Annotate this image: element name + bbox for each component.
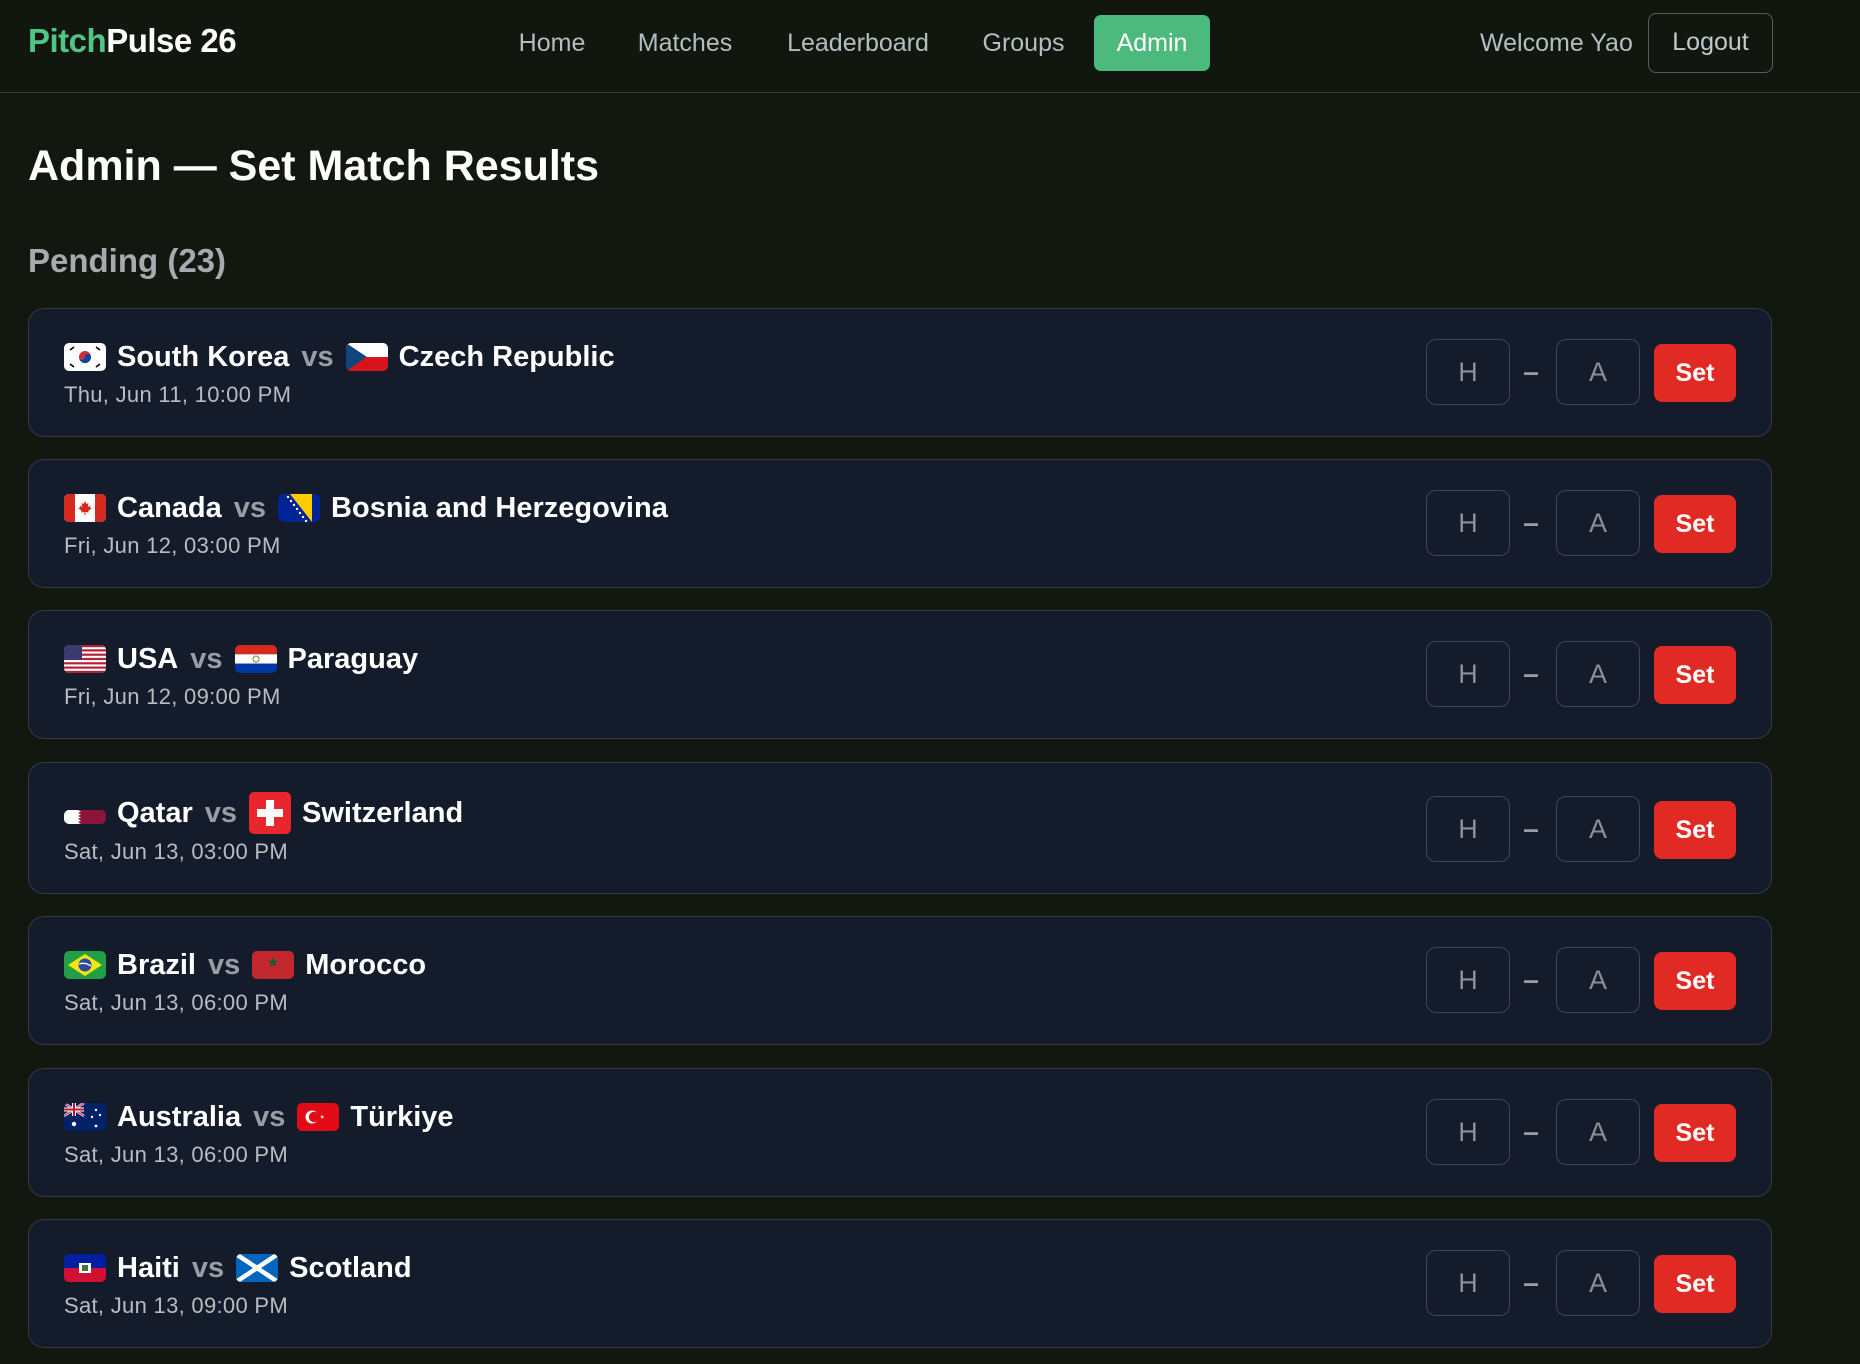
- brand-rest: Pulse 26: [106, 22, 237, 59]
- score-separator: –: [1523, 813, 1539, 844]
- turkiye-flag-icon: [297, 1103, 340, 1131]
- set-result-button[interactable]: Set: [1654, 952, 1736, 1010]
- away-score-input[interactable]: [1556, 947, 1640, 1013]
- match-teams: Brazil vs Morocco: [64, 947, 426, 983]
- score-separator: –: [1523, 658, 1539, 689]
- switzerland-flag-icon: [249, 792, 292, 834]
- home-score-input[interactable]: [1426, 339, 1510, 405]
- away-score-input[interactable]: [1556, 490, 1640, 556]
- vs-label: vs: [204, 796, 238, 829]
- top-navbar: PitchPulse 26 Home Matches Leaderboard G…: [0, 0, 1860, 93]
- away-team: Paraguay: [287, 642, 419, 675]
- vs-label: vs: [301, 340, 334, 373]
- qatar-flag-icon: [64, 809, 106, 824]
- away-score-input[interactable]: [1556, 641, 1640, 707]
- away-team: Bosnia and Herzegovina: [331, 491, 668, 524]
- morocco-flag-icon: [252, 951, 295, 979]
- away-score-input[interactable]: [1556, 1250, 1640, 1316]
- haiti-flag-icon: [64, 1254, 106, 1282]
- home-team: Qatar: [117, 796, 193, 829]
- nav-matches[interactable]: Matches: [625, 15, 745, 71]
- home-team: USA: [117, 642, 179, 675]
- set-result-button[interactable]: Set: [1654, 344, 1736, 402]
- home-score-input[interactable]: [1426, 1099, 1510, 1165]
- nav-leaderboard[interactable]: Leaderboard: [775, 15, 941, 71]
- australia-flag-icon: [64, 1103, 106, 1131]
- set-result-button[interactable]: Set: [1654, 1104, 1736, 1162]
- match-card: USA vs Paraguay Fri, Jun 12, 09:00 PM – …: [28, 610, 1772, 739]
- away-team: Scotland: [289, 1251, 412, 1284]
- nav-admin[interactable]: Admin: [1094, 15, 1210, 71]
- match-teams: South Korea vs Czech Republic: [64, 339, 615, 375]
- away-score-input[interactable]: [1556, 796, 1640, 862]
- match-date: Sat, Jun 13, 06:00 PM: [64, 1142, 288, 1167]
- set-result-button[interactable]: Set: [1654, 1255, 1736, 1313]
- welcome-text: Welcome Yao: [1480, 29, 1633, 57]
- match-card: Qatar vs Switzerland Sat, Jun 13, 03:00 …: [28, 762, 1772, 894]
- score-separator: –: [1523, 356, 1539, 387]
- canada-flag-icon: [64, 494, 106, 522]
- match-date: Sat, Jun 13, 03:00 PM: [64, 839, 288, 864]
- brand-accent: Pitch: [28, 22, 107, 59]
- paraguay-flag-icon: [234, 645, 277, 673]
- away-score-input[interactable]: [1556, 1099, 1640, 1165]
- logout-button[interactable]: Logout: [1648, 13, 1773, 73]
- nav-home[interactable]: Home: [509, 15, 595, 71]
- match-teams: Haiti vs Scotland: [64, 1250, 412, 1286]
- home-score-input[interactable]: [1426, 947, 1510, 1013]
- match-date: Thu, Jun 11, 10:00 PM: [64, 382, 292, 407]
- home-team: Haiti: [117, 1251, 180, 1284]
- vs-label: vs: [190, 642, 223, 675]
- home-score-input[interactable]: [1426, 641, 1510, 707]
- bosnia-flag-icon: [278, 494, 321, 522]
- score-separator: –: [1523, 1267, 1539, 1298]
- away-team: Morocco: [305, 948, 427, 981]
- pending-heading: Pending (23): [28, 242, 227, 279]
- home-score-input[interactable]: [1426, 796, 1510, 862]
- home-team: Australia: [117, 1100, 242, 1133]
- score-separator: –: [1523, 1116, 1539, 1147]
- set-result-button[interactable]: Set: [1654, 495, 1736, 553]
- match-teams: USA vs Paraguay: [64, 641, 418, 677]
- brazil-flag-icon: [64, 951, 106, 979]
- brand-logo[interactable]: PitchPulse 26: [28, 22, 237, 60]
- score-separator: –: [1523, 964, 1539, 995]
- vs-label: vs: [207, 948, 241, 981]
- match-teams: Australia vs Türkiye: [64, 1099, 454, 1135]
- vs-label: vs: [233, 491, 267, 524]
- home-score-input[interactable]: [1426, 1250, 1510, 1316]
- czech-republic-flag-icon: [345, 343, 388, 371]
- vs-label: vs: [191, 1251, 225, 1284]
- scotland-flag-icon: [236, 1254, 279, 1282]
- away-score-input[interactable]: [1556, 339, 1640, 405]
- match-card: Brazil vs Morocco Sat, Jun 13, 06:00 PM …: [28, 916, 1772, 1045]
- away-team: Switzerland: [302, 796, 464, 829]
- match-teams: Qatar vs Switzerland: [64, 792, 464, 834]
- match-teams: Canada vs Bosnia and Herzegovina: [64, 490, 668, 526]
- match-date: Sat, Jun 13, 09:00 PM: [64, 1293, 288, 1318]
- home-score-input[interactable]: [1426, 490, 1510, 556]
- set-result-button[interactable]: Set: [1654, 646, 1736, 704]
- away-team: Türkiye: [350, 1100, 454, 1133]
- match-date: Fri, Jun 12, 09:00 PM: [64, 684, 281, 709]
- home-team: Brazil: [117, 948, 196, 981]
- match-card: South Korea vs Czech Republic Thu, Jun 1…: [28, 308, 1772, 437]
- set-result-button[interactable]: Set: [1654, 801, 1736, 859]
- south-korea-flag-icon: [64, 343, 106, 371]
- away-team: Czech Republic: [398, 340, 615, 373]
- vs-label: vs: [253, 1100, 286, 1133]
- score-separator: –: [1523, 507, 1539, 538]
- match-date: Sat, Jun 13, 06:00 PM: [64, 990, 288, 1015]
- home-team: South Korea: [117, 340, 290, 373]
- match-card: Haiti vs Scotland Sat, Jun 13, 09:00 PM …: [28, 1219, 1772, 1348]
- nav-groups[interactable]: Groups: [971, 15, 1076, 71]
- usa-flag-icon: [64, 645, 106, 673]
- match-date: Fri, Jun 12, 03:00 PM: [64, 533, 281, 558]
- page-title: Admin — Set Match Results: [28, 142, 600, 190]
- match-card: Canada vs Bosnia and Herzegovina Fri, Ju…: [28, 459, 1772, 588]
- home-team: Canada: [117, 491, 222, 524]
- match-card: Australia vs Türkiye Sat, Jun 13, 06:00 …: [28, 1068, 1772, 1197]
